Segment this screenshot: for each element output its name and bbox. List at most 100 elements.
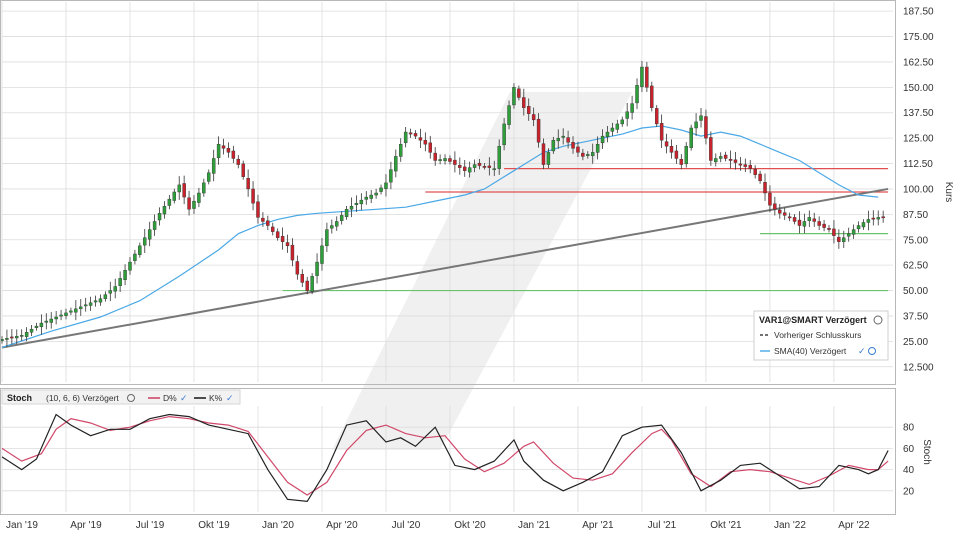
candle-body	[664, 141, 669, 147]
candle-body	[522, 97, 526, 108]
price-legend: VAR1@SMART Verzögert Vorheriger Schlussk…	[753, 310, 889, 361]
candle-body	[344, 209, 349, 217]
time-tick-label: Okt '21	[710, 520, 742, 531]
candle-body	[143, 237, 147, 246]
candle-body	[123, 270, 127, 280]
candle-body	[807, 217, 812, 221]
candle-body	[246, 177, 250, 190]
candle-body	[433, 152, 437, 161]
candle-body	[615, 123, 620, 130]
candle-body	[394, 156, 398, 172]
candle-body	[566, 137, 570, 143]
candle-body	[428, 142, 432, 153]
candle-body	[389, 169, 393, 183]
candle-body	[182, 183, 186, 198]
candle-body	[349, 206, 354, 210]
candle-body	[98, 298, 103, 303]
candle-body	[93, 300, 98, 303]
legend-label-prev-close: Vorheriger Schlusskurs	[774, 330, 861, 340]
candle-body	[34, 325, 39, 328]
candle-body	[640, 66, 644, 87]
candle-body	[438, 159, 442, 161]
candle-body	[408, 132, 413, 135]
candle-body	[266, 220, 270, 226]
legend-check-icon[interactable]: ✓	[858, 346, 866, 356]
price-tick-label: 150.00	[903, 83, 934, 94]
candle-body	[837, 236, 841, 242]
candle-body	[728, 158, 733, 161]
candle-body	[315, 261, 319, 276]
candle-body	[654, 108, 659, 125]
candle-body	[152, 221, 157, 230]
candle-body	[881, 216, 885, 219]
candle-body	[512, 87, 516, 106]
price-tick-label: 87.50	[903, 210, 928, 221]
candle-body	[630, 103, 634, 113]
candle-body	[842, 237, 846, 242]
candle-body	[866, 219, 871, 223]
candle-body	[177, 184, 181, 193]
candle-body	[44, 320, 49, 323]
candle-body	[561, 135, 565, 138]
price-tick-label: 62.50	[903, 261, 928, 272]
candle-body	[374, 192, 378, 196]
stoch-tick-label: 60	[903, 444, 915, 455]
candle-body	[339, 215, 344, 221]
candle-body	[674, 150, 679, 159]
stoch-tick-label: 80	[903, 423, 915, 434]
candle-body	[138, 245, 142, 255]
candle-body	[669, 146, 674, 153]
candle-body	[871, 217, 876, 220]
candle-body	[576, 146, 580, 153]
candle-body	[453, 159, 457, 165]
candle-body	[709, 137, 713, 161]
candle-body	[782, 212, 787, 216]
candle-body	[684, 146, 688, 165]
candle-body	[541, 143, 546, 165]
candle-body	[802, 221, 807, 227]
stoch-check-k-icon[interactable]: ✓	[226, 393, 234, 403]
candle-body	[536, 118, 541, 143]
candle-body	[88, 302, 93, 306]
candle-body	[216, 144, 221, 158]
candle-body	[113, 286, 117, 292]
candle-body	[482, 166, 487, 168]
price-tick-label: 50.00	[903, 286, 928, 297]
candle-body	[379, 187, 383, 192]
stoch-label-d: D%	[163, 393, 177, 403]
candle-body	[295, 261, 300, 275]
price-tick-label: 137.50	[903, 108, 934, 119]
candle-body	[467, 167, 472, 173]
stoch-params: (10, 6, 6) Verzögert	[46, 393, 119, 403]
candle-body	[64, 312, 68, 316]
candle-body	[251, 188, 255, 204]
legend-label-sma: SMA(40) Verzögert	[774, 346, 847, 356]
stoch-check-d-icon[interactable]: ✓	[180, 393, 188, 403]
candle-body	[738, 163, 743, 166]
candle-body	[202, 182, 206, 194]
candle-body	[167, 198, 172, 206]
candle-body	[743, 164, 748, 167]
candle-body	[330, 225, 334, 229]
candle-body	[679, 158, 684, 165]
candle-body	[714, 158, 718, 163]
time-tick-label: Jul '21	[648, 520, 677, 531]
candle-body	[817, 221, 821, 226]
candle-body	[207, 172, 211, 182]
candle-body	[221, 145, 226, 149]
candle-body	[502, 123, 506, 146]
time-tick-label: Jan '20	[262, 520, 294, 531]
candle-body	[423, 139, 428, 145]
candle-body	[162, 206, 167, 215]
time-tick-label: Jan '22	[774, 520, 806, 531]
candle-body	[650, 85, 654, 108]
candle-body	[551, 139, 556, 152]
candle-body	[832, 228, 836, 236]
price-tick-label: 162.50	[903, 57, 934, 68]
candle-body	[108, 290, 113, 294]
candle-body	[546, 152, 551, 165]
candle-body	[59, 314, 63, 317]
candle-body	[748, 164, 752, 169]
candle-body	[472, 164, 477, 168]
candle-body	[876, 217, 880, 220]
